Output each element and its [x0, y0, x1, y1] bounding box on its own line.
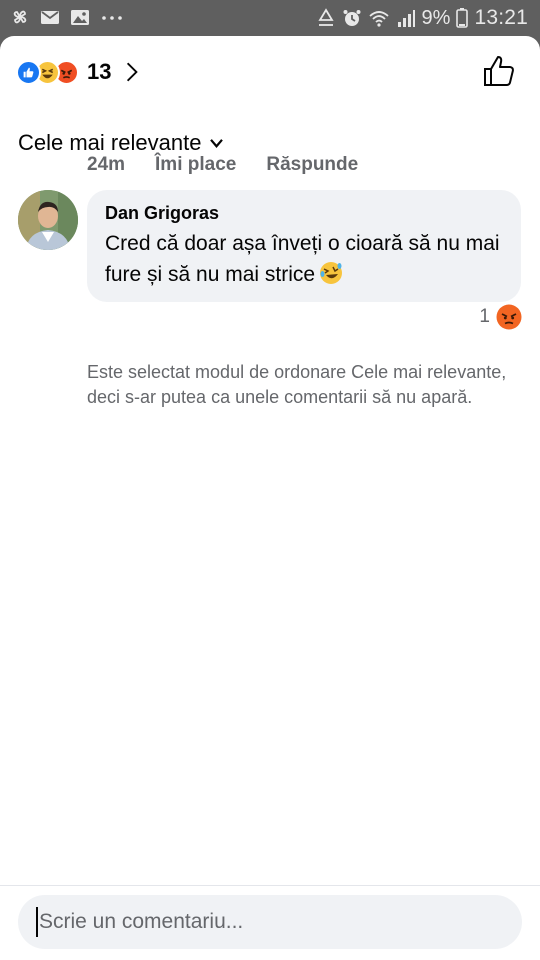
comment-input[interactable]: [39, 910, 479, 934]
sort-label: Cele mai relevante: [18, 130, 202, 155]
comment-time[interactable]: 24m: [87, 154, 125, 176]
reactions-count: 13: [87, 59, 112, 84]
status-bar-notifications: [10, 7, 124, 27]
comment-reaction-badge[interactable]: 1: [479, 304, 522, 330]
pinwheel-icon: [13, 10, 27, 24]
battery-icon: [456, 8, 469, 28]
angry-reaction-icon: [496, 304, 522, 330]
sort-notice: Este selectat modul de ordonare Cele mai…: [87, 362, 507, 407]
status-bar: 9% 13:21: [0, 0, 540, 36]
more-dots-icon: [102, 16, 122, 20]
like-reaction-icon: [16, 59, 41, 85]
status-bar-system: 9% 13:21: [316, 6, 528, 30]
comment-reply-button[interactable]: Răspunde: [266, 154, 358, 176]
sort-dropdown[interactable]: Cele mai relevante: [18, 130, 224, 156]
rolling-laughing-emoji-icon: [320, 262, 343, 284]
reactions-summary[interactable]: 13: [16, 56, 139, 88]
battery-percent: 9%: [421, 6, 451, 29]
comment-actions: 24m Îmi place Răspunde: [87, 154, 358, 176]
chevron-down-icon: [210, 138, 224, 148]
comment-composer[interactable]: [18, 895, 522, 949]
mail-icon: [41, 11, 59, 24]
text-caret: [36, 907, 38, 937]
comment-text: Cred că doar așa înveți o cioară să nu m…: [105, 232, 500, 286]
image-icon: [71, 10, 89, 25]
comment-reaction-count: 1: [479, 306, 490, 327]
chevron-right-icon[interactable]: [125, 61, 139, 83]
comment-text-wrap: Cred că doar așa înveți o cioară să nu m…: [105, 228, 503, 290]
comment-author[interactable]: Dan Grigoras: [105, 202, 503, 224]
avatar[interactable]: [18, 190, 78, 250]
comment-bubble[interactable]: Dan Grigoras Cred că doar așa înveți o c…: [87, 190, 521, 302]
comment-like-button[interactable]: Îmi place: [155, 154, 236, 176]
comments-sheet: 13 Cele mai relevante Dan Grigoras Cred …: [0, 36, 540, 960]
signal-icon: [397, 10, 415, 27]
clock: 13:21: [474, 6, 528, 29]
alarm-icon: [343, 10, 361, 26]
recycle-icon: [317, 8, 334, 26]
like-thumb-icon[interactable]: [482, 54, 516, 88]
composer-divider: [0, 885, 540, 886]
wifi-icon: [368, 11, 389, 27]
